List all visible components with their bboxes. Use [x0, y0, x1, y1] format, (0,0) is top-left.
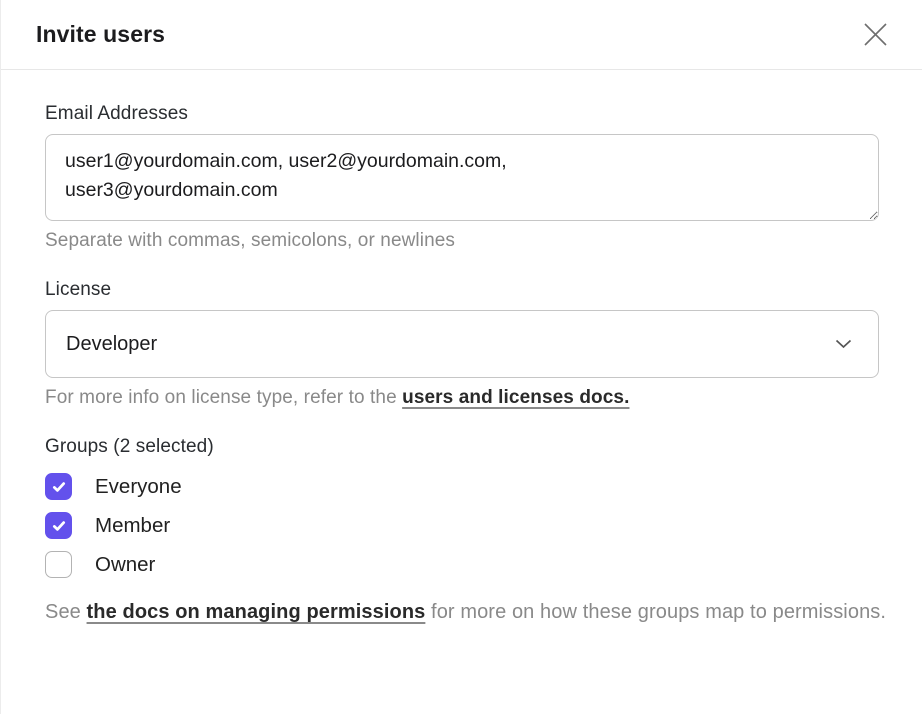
close-icon — [863, 22, 888, 47]
managing-permissions-docs-link[interactable]: the docs on managing permissions — [87, 601, 426, 623]
modal-title: Invite users — [36, 21, 165, 48]
group-label-member: Member — [95, 514, 170, 538]
users-licenses-docs-link[interactable]: users and licenses docs. — [402, 387, 629, 408]
license-selected-value: Developer — [66, 333, 157, 356]
license-helper-text: For more info on license type, refer to … — [45, 387, 878, 409]
group-row-member[interactable]: Member — [45, 512, 878, 539]
modal-body: Email Addresses user1@yourdomain.com, us… — [1, 70, 922, 627]
checkmark-icon — [51, 479, 67, 495]
group-row-everyone[interactable]: Everyone — [45, 473, 878, 500]
email-section: Email Addresses user1@yourdomain.com, us… — [45, 103, 878, 252]
license-select[interactable]: Developer — [45, 310, 879, 378]
checkbox-everyone[interactable] — [45, 473, 72, 500]
groups-section: Groups (2 selected) Everyone — [45, 436, 878, 627]
groups-helper-suffix: for more on how these groups map to perm… — [425, 601, 886, 623]
email-helper-text: Separate with commas, semicolons, or new… — [45, 230, 878, 252]
chevron-down-icon — [835, 339, 852, 349]
license-label: License — [45, 279, 878, 301]
license-section: License Developer For more info on licen… — [45, 279, 878, 409]
groups-helper-text: See the docs on managing permissions for… — [45, 598, 890, 627]
close-button[interactable] — [860, 20, 890, 50]
email-label: Email Addresses — [45, 103, 878, 125]
group-label-everyone: Everyone — [95, 475, 182, 499]
group-row-owner[interactable]: Owner — [45, 551, 878, 578]
group-label-owner: Owner — [95, 553, 155, 577]
checkbox-owner[interactable] — [45, 551, 72, 578]
groups-label: Groups (2 selected) — [45, 436, 878, 458]
license-helper-prefix: For more info on license type, refer to … — [45, 387, 402, 408]
modal-header: Invite users — [1, 0, 922, 70]
invite-users-modal: Invite users Email Addresses user1@yourd… — [0, 0, 922, 714]
checkbox-member[interactable] — [45, 512, 72, 539]
groups-helper-prefix: See — [45, 601, 87, 623]
checkmark-icon — [51, 518, 67, 534]
email-input[interactable]: user1@yourdomain.com, user2@yourdomain.c… — [45, 134, 879, 221]
